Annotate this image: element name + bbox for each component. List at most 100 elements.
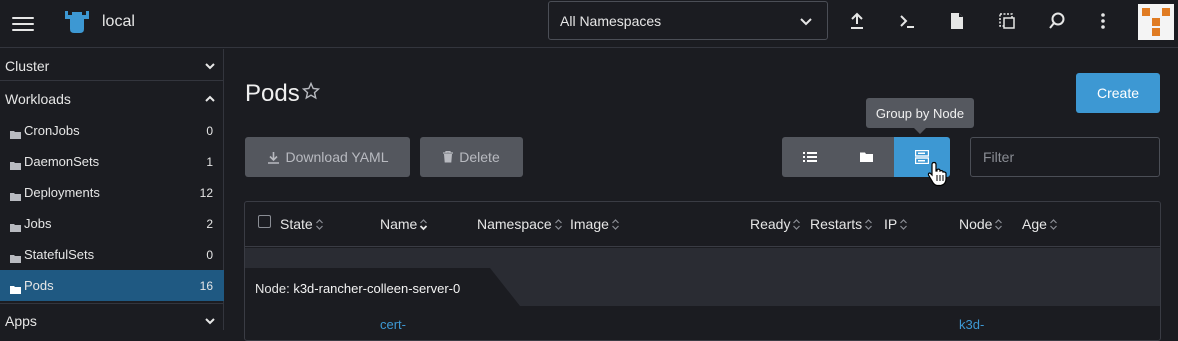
cluster-icon (62, 9, 92, 35)
upload-icon[interactable] (846, 10, 868, 32)
file-icon[interactable] (946, 10, 968, 32)
sidebar-item-daemonsets[interactable]: DaemonSets 1 (0, 146, 224, 177)
folder-icon (859, 152, 873, 162)
hand-cursor-icon (927, 161, 949, 192)
sort-icon (315, 218, 323, 230)
sidebar-item-count: 0 (206, 124, 213, 138)
download-icon (267, 151, 279, 164)
chevron-down-icon (204, 314, 216, 332)
main-content: Pods Create Download YAML Delete Group b… (225, 49, 1178, 341)
namespace-select-value: All Namespaces (560, 13, 662, 29)
sidebar-item-label: StatefulSets (24, 247, 95, 262)
sidebar-item-label: DaemonSets (24, 154, 100, 169)
sidebar-item-count: 1 (206, 155, 213, 169)
sort-icon (793, 218, 801, 230)
select-all-checkbox[interactable] (258, 215, 271, 228)
sidebar: Cluster Workloads CronJobs 0 DaemonSets … (0, 49, 224, 330)
flat-list-button[interactable] (782, 137, 838, 177)
group-header-label: Node: k3d-rancher-colleen-server-0 (255, 281, 460, 296)
column-header-state[interactable]: State (280, 216, 324, 232)
chevron-down-icon (204, 59, 216, 77)
sidebar-item-jobs[interactable]: Jobs 2 (0, 208, 224, 239)
sort-icon (554, 218, 562, 230)
column-header-ready[interactable]: Ready (750, 216, 801, 232)
sidebar-item-pods[interactable]: Pods 16 (0, 270, 224, 301)
group-node-name: k3d-rancher-colleen-server-0 (293, 281, 461, 296)
create-button[interactable]: Create (1076, 73, 1160, 113)
filter-input[interactable] (971, 138, 1159, 176)
column-label: Namespace (477, 216, 552, 232)
download-yaml-label: Download YAML (285, 149, 389, 165)
list-icon (803, 152, 817, 162)
column-header-restarts[interactable]: Restarts (810, 216, 873, 232)
group-prefix: Node: (255, 281, 290, 296)
column-label: Name (380, 216, 418, 232)
delete-button[interactable]: Delete (420, 137, 523, 177)
column-header-namespace[interactable]: Namespace (477, 216, 563, 232)
sort-icon (865, 218, 873, 230)
hamburger-icon[interactable] (12, 13, 34, 35)
sidebar-item-count: 2 (206, 217, 213, 231)
folder-icon (10, 126, 21, 144)
column-header-image[interactable]: Image (570, 216, 620, 232)
column-header-name[interactable]: Name (380, 216, 428, 232)
column-label: Image (570, 216, 609, 232)
sidebar-item-label: Jobs (24, 216, 52, 231)
sidebar-item-count: 0 (206, 248, 213, 262)
page-title: Pods (245, 80, 300, 107)
folder-icon (10, 157, 21, 175)
top-bar: local All Namespaces (0, 0, 1178, 48)
column-label: Age (1022, 216, 1047, 232)
sidebar-group-label: Workloads (5, 91, 71, 107)
more-vertical-icon[interactable] (1092, 10, 1114, 32)
sidebar-group-label: Apps (5, 313, 37, 329)
sidebar-item-deployments[interactable]: Deployments 12 (0, 177, 224, 208)
sidebar-item-statefulsets[interactable]: StatefulSets 0 (0, 239, 224, 270)
column-label: Restarts (810, 216, 863, 232)
column-header-age[interactable]: Age (1022, 216, 1058, 232)
chevron-down-icon (799, 14, 813, 33)
folder-icon (10, 281, 21, 299)
sidebar-item-count: 12 (199, 186, 213, 200)
column-label: Node (959, 216, 993, 232)
delete-label: Delete (459, 149, 500, 165)
group-by-toggle (782, 137, 950, 177)
sidebar-group-cluster[interactable]: Cluster (0, 49, 224, 81)
sort-icon (900, 218, 908, 230)
column-label: Ready (750, 216, 791, 232)
star-icon[interactable] (301, 81, 321, 105)
column-header-ip[interactable]: IP (884, 216, 908, 232)
search-icon[interactable] (1046, 10, 1068, 32)
sidebar-group-label: Cluster (5, 58, 50, 74)
sidebar-group-apps[interactable]: Apps (0, 303, 224, 335)
terminal-icon[interactable] (896, 10, 918, 32)
sidebar-item-label: CronJobs (24, 123, 80, 138)
filter-input-wrapper (970, 137, 1160, 177)
column-label: State (280, 216, 313, 232)
sidebar-item-cronjobs[interactable]: CronJobs 0 (0, 115, 224, 146)
avatar[interactable] (1138, 4, 1174, 40)
trash-icon (443, 151, 454, 163)
pods-table: State Name Namespace Image Ready Restart… (244, 201, 1161, 341)
sidebar-item-label: Pods (24, 278, 54, 293)
sort-icon (611, 218, 619, 230)
sidebar-item-count: 16 (199, 279, 213, 293)
chevron-up-icon (204, 92, 216, 110)
sidebar-group-workloads[interactable]: Workloads (0, 82, 224, 114)
namespace-select[interactable]: All Namespaces (548, 1, 828, 40)
folder-icon (10, 219, 21, 237)
table-header: State Name Namespace Image Ready Restart… (245, 202, 1160, 247)
copy-config-icon[interactable] (996, 10, 1018, 32)
sidebar-item-label: Deployments (24, 185, 100, 200)
tooltip-arrow (914, 128, 926, 134)
column-label: IP (884, 216, 898, 232)
tooltip: Group by Node (866, 98, 974, 128)
sort-icon (1049, 218, 1057, 230)
sort-icon (995, 218, 1003, 230)
sort-icon (420, 218, 428, 230)
cluster-name[interactable]: local (102, 13, 135, 31)
column-header-node[interactable]: Node (959, 216, 1003, 232)
folder-icon (10, 250, 21, 268)
download-yaml-button[interactable]: Download YAML (245, 137, 410, 177)
group-by-namespace-button[interactable] (838, 137, 894, 177)
